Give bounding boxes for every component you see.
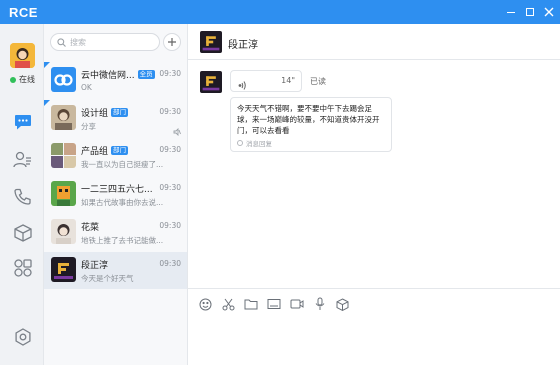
presence-status[interactable]: 在线	[10, 74, 35, 85]
video-icon[interactable]	[290, 297, 304, 311]
conversation-item[interactable]: 花菜 09:30 地铁上推了去书记能做...	[44, 214, 187, 251]
avatar	[51, 67, 76, 92]
voice-wave-icon	[238, 76, 248, 95]
avatar	[51, 257, 76, 282]
conversation-name: 云中微信网...	[81, 71, 135, 81]
chat-header: 段正淳	[188, 24, 560, 60]
conversation-time: 09:30	[159, 69, 181, 78]
conversation-name-row: 产品组 部门	[81, 144, 129, 157]
messages-icon[interactable]	[12, 112, 33, 133]
pinned-icon	[44, 100, 50, 106]
sender-avatar[interactable]	[200, 71, 222, 93]
conversation-item-active[interactable]: 段正淳 09:30 今天是个好天气	[44, 252, 187, 289]
receipt-icon	[237, 140, 243, 146]
conversation-name-row: 设计组 部门	[81, 106, 129, 119]
minimize-icon[interactable]	[506, 7, 516, 17]
conversation-time: 09:30	[159, 183, 181, 192]
microphone-icon[interactable]	[313, 297, 327, 311]
conversation-name-row: 一二三四五六七...	[81, 182, 153, 195]
conversation-name: 一二三四五六七...	[81, 185, 153, 195]
conversation-name: 产品组	[81, 147, 109, 157]
receipt-text: 消息回复	[246, 140, 272, 148]
conversation-time: 09:30	[159, 221, 181, 230]
conversation-preview: 地铁上推了去书记能做...	[81, 236, 164, 245]
scope-badge: 部门	[111, 108, 129, 117]
receipt-line: 消息回复	[237, 138, 385, 148]
contact-avatar[interactable]	[200, 31, 222, 53]
conversation-preview: OK	[81, 83, 92, 92]
settings-icon[interactable]	[12, 326, 33, 347]
pinned-icon	[44, 62, 50, 68]
conversation-time: 09:30	[159, 145, 181, 154]
nav-rail: 在线	[0, 24, 44, 365]
conversation-preview: 今天是个好天气	[81, 274, 134, 283]
message-text: 今天天气不错啊，要不要中午下去踢会足球，来一场巅峰的较量，不知道贵体开没开门，可…	[237, 104, 380, 135]
add-button[interactable]	[163, 33, 181, 51]
search-input[interactable]	[70, 37, 150, 47]
voice-message[interactable]: 14"	[230, 70, 302, 92]
conversation-preview: 如果古代故事由你去说...	[81, 198, 164, 207]
scissors-icon[interactable]	[221, 297, 235, 311]
search-icon	[57, 37, 66, 47]
phone-icon[interactable]	[12, 186, 33, 207]
scope-badge: 部门	[111, 146, 129, 155]
conversation-name-row: 段正淳	[81, 258, 108, 271]
read-status: 已读	[310, 77, 326, 86]
chat-panel: 段正淳 14" 已读 今天天气不错啊，要不要中午下去踢会足球，来一场巅峰的较量，…	[188, 24, 560, 365]
avatar	[51, 143, 76, 168]
my-avatar[interactable]	[10, 43, 35, 68]
conversation-name: 花菜	[81, 223, 100, 233]
conversation-list-panel: 云中微信网... 全员 09:30 OK 设计组 部门 09:30 分享 产品组…	[44, 24, 188, 365]
online-dot-icon	[10, 76, 16, 83]
conversation-item[interactable]: 一二三四五六七... 09:30 如果古代故事由你去说...	[44, 176, 187, 213]
close-icon[interactable]	[544, 7, 554, 17]
avatar	[51, 219, 76, 244]
conversation-preview: 我一直以为自己挺瘦了...	[81, 160, 164, 169]
voice-duration: 14"	[281, 76, 295, 85]
conversation-preview: 分享	[81, 122, 96, 131]
avatar	[51, 181, 76, 206]
conversation-time: 09:30	[159, 107, 181, 116]
window-controls	[506, 0, 554, 24]
composer	[188, 288, 560, 365]
image-icon[interactable]	[267, 297, 281, 311]
conversation-name: 设计组	[81, 109, 109, 119]
text-message[interactable]: 今天天气不错啊，要不要中午下去踢会足球，来一场巅峰的较量，不知道贵体开没开门，可…	[230, 97, 392, 152]
package-icon[interactable]	[335, 297, 349, 311]
conversation-name-row: 云中微信网... 全员	[81, 68, 155, 81]
scope-badge: 全员	[137, 70, 155, 79]
emoji-icon[interactable]	[198, 297, 212, 311]
contacts-icon[interactable]	[12, 149, 33, 170]
app-title: RCE	[9, 4, 38, 20]
status-label: 在线	[19, 75, 35, 84]
cube-icon[interactable]	[12, 222, 33, 243]
apps-icon[interactable]	[12, 257, 33, 278]
conversation-name-row: 花菜	[81, 220, 99, 233]
search-box[interactable]	[50, 33, 160, 51]
conversation-name: 段正淳	[81, 261, 109, 271]
folder-icon[interactable]	[244, 297, 258, 311]
maximize-icon[interactable]	[525, 7, 535, 17]
conversation-item[interactable]: 产品组 部门 09:30 我一直以为自己挺瘦了...	[44, 138, 187, 175]
conversation-time: 09:30	[159, 259, 181, 268]
chat-title: 段正淳	[228, 40, 258, 51]
conversation-item[interactable]: 设计组 部门 09:30 分享	[44, 100, 187, 137]
title-bar: RCE	[0, 0, 560, 24]
avatar	[51, 105, 76, 130]
plus-icon	[168, 38, 176, 46]
conversation-item[interactable]: 云中微信网... 全员 09:30 OK	[44, 62, 187, 99]
